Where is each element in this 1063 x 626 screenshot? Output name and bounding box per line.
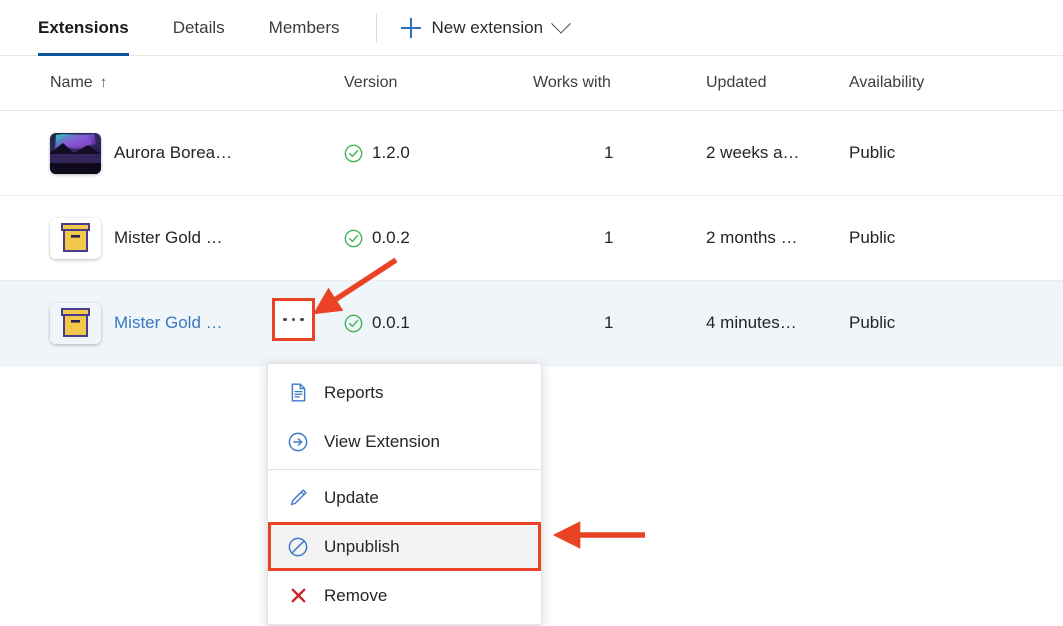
check-circle-icon: [344, 229, 363, 248]
cell-name: Mister Gold …: [114, 196, 223, 280]
column-header-name[interactable]: Name ↑: [50, 56, 107, 110]
cell-name-link[interactable]: Mister Gold …: [114, 281, 223, 365]
tab-extensions[interactable]: Extensions: [38, 0, 151, 56]
row-actions-more-button[interactable]: [272, 298, 315, 341]
column-header-availability[interactable]: Availability: [849, 56, 924, 110]
toolbar-divider: [376, 13, 377, 43]
menu-item-reports-label: Reports: [324, 383, 384, 403]
cell-version: 1.2.0: [344, 111, 410, 195]
table-header-row: Name ↑ Version Works with Updated Availab…: [0, 56, 1063, 111]
menu-item-unpublish[interactable]: Unpublish: [268, 522, 541, 571]
row-context-menu: Reports View Extension Update Unpublish …: [267, 363, 542, 625]
menu-item-remove-label: Remove: [324, 586, 387, 606]
x-mark-icon: [286, 584, 310, 608]
tab-extensions-label: Extensions: [38, 18, 129, 38]
aurora-thumbnail: [50, 133, 101, 174]
gold-box-thumbnail: [50, 218, 101, 259]
tab-list: Extensions Details Members New extension: [38, 0, 568, 56]
cell-version-value: 1.2.0: [372, 143, 410, 163]
tab-members[interactable]: Members: [247, 0, 362, 56]
menu-divider: [268, 469, 541, 470]
circle-slash-icon: [286, 535, 310, 559]
menu-item-reports[interactable]: Reports: [268, 368, 541, 417]
tab-members-label: Members: [269, 18, 340, 38]
menu-item-view-extension[interactable]: View Extension: [268, 417, 541, 466]
cell-availability: Public: [849, 111, 895, 195]
cell-name: Aurora Borea…: [114, 111, 232, 195]
cell-version-value: 0.0.1: [372, 313, 410, 333]
chevron-down-icon[interactable]: [551, 14, 571, 34]
cell-works-with: 1: [604, 111, 613, 195]
menu-item-unpublish-label: Unpublish: [324, 537, 400, 557]
table-row[interactable]: Aurora Borea… 1.2.0 1 2 weeks a… Public: [0, 111, 1063, 196]
cell-works-with: 1: [604, 196, 613, 280]
column-header-version[interactable]: Version: [344, 56, 397, 110]
gold-box-thumbnail: [50, 303, 101, 344]
menu-item-update-label: Update: [324, 488, 379, 508]
sort-ascending-icon: ↑: [100, 56, 108, 110]
check-circle-icon: [344, 144, 363, 163]
cell-availability: Public: [849, 281, 895, 365]
cell-version-value: 0.0.2: [372, 228, 410, 248]
cell-works-with: 1: [604, 281, 613, 365]
annotation-arrow-to-unpublish: [548, 520, 653, 554]
table-row[interactable]: Mister Gold … 0.0.1 1 4 minutes… Public: [0, 281, 1063, 366]
extensions-table: Name ↑ Version Works with Updated Availab…: [0, 56, 1063, 366]
arrow-circle-right-icon: [286, 430, 310, 454]
new-extension-button[interactable]: New extension: [401, 0, 569, 56]
cell-availability: Public: [849, 196, 895, 280]
menu-item-view-extension-label: View Extension: [324, 432, 440, 452]
cell-updated: 2 months …: [706, 196, 798, 280]
plus-icon: [401, 18, 421, 38]
table-row[interactable]: Mister Gold … 0.0.2 1 2 months … Public: [0, 196, 1063, 281]
menu-item-remove[interactable]: Remove: [268, 571, 541, 620]
cell-updated: 4 minutes…: [706, 281, 797, 365]
dot-3: [300, 318, 304, 322]
dot-1: [283, 318, 287, 322]
column-header-updated[interactable]: Updated: [706, 56, 767, 110]
report-document-icon: [286, 381, 310, 405]
check-circle-icon: [344, 314, 363, 333]
dot-2: [292, 318, 296, 322]
menu-item-update[interactable]: Update: [268, 473, 541, 522]
column-header-name-label: Name: [50, 74, 93, 91]
cell-updated: 2 weeks a…: [706, 111, 800, 195]
tab-details-label: Details: [173, 18, 225, 38]
new-extension-label: New extension: [432, 18, 544, 38]
cell-version: 0.0.1: [344, 281, 410, 365]
tab-details[interactable]: Details: [151, 0, 247, 56]
pencil-icon: [286, 486, 310, 510]
tab-bar: Extensions Details Members New extension: [0, 0, 1063, 56]
column-header-works-with[interactable]: Works with: [533, 56, 611, 110]
cell-version: 0.0.2: [344, 196, 410, 280]
